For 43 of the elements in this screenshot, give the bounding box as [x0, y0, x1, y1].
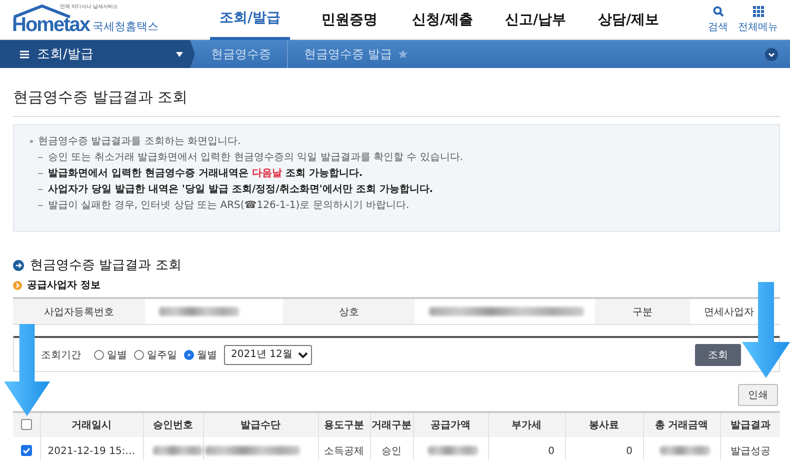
period-label: 조회기간 [41, 348, 81, 362]
notice-text: 승인 또는 취소거래 발급화면에서 입력한 현금영수증의 익일 발급결과를 확인할 수 있습니다. [48, 152, 463, 163]
page-title: 현금영수증 발급결과 조회 [13, 68, 780, 117]
column-header: 발급수단 [203, 412, 318, 437]
menu-button[interactable]: 전체메뉴 [738, 6, 778, 34]
section-title: 현금영수증 발급결과 조회 [30, 257, 182, 274]
column-header: 부가세 [488, 412, 565, 437]
search-button[interactable]: 조회 [695, 344, 741, 366]
column-header: 발급결과 [720, 412, 780, 437]
column-header: 총 거래금액 [643, 412, 720, 437]
table-cell: 0 [488, 437, 565, 460]
nav-tab[interactable]: 상담/제보 [582, 0, 675, 40]
notice-text: 발급이 실패한 경우, 인터넷 상담 또는 ARS(☎126-1-1)로 문의하시기 바랍니다. [48, 200, 410, 211]
logo[interactable]: Hometax [12, 12, 90, 36]
field-label: 사업자등록번호 [13, 299, 145, 324]
period-radio[interactable]: 일별 [94, 348, 127, 362]
table-cell: 0 [565, 437, 643, 460]
subsection-title: 공급사업자 정보 [27, 279, 100, 292]
logo-tagline: 국세청홈택스 [92, 18, 158, 34]
field-value: 면세사업자 [704, 306, 754, 318]
period-radio[interactable]: 월별 [184, 348, 217, 362]
nav-tab[interactable]: 신청/제출 [396, 0, 489, 40]
table-cell: 2021-12-19 15:… [40, 437, 143, 460]
column-header: 거래일시 [40, 412, 143, 437]
month-select[interactable]: 2021년 12월 [224, 344, 312, 364]
period-radio[interactable]: 일주일 [134, 348, 177, 362]
column-header: 승인번호 [143, 412, 203, 437]
notice-text: 사업자가 당일 발급한 내역은 '당일 발급 조회/정정/취소화면'에서만 조회 가능합니다. [48, 184, 434, 195]
search-button[interactable]: 검색 [708, 6, 728, 34]
column-header: 봉사료 [565, 412, 643, 437]
column-header: 공급가액 [413, 412, 488, 437]
field-label: 상호 [283, 299, 415, 324]
column-header: 거래구분 [370, 412, 413, 437]
notice-text: 현금영수증 발급결과를 조회하는 화면입니다. [38, 136, 241, 147]
table-cell: 발급성공 [720, 437, 780, 460]
print-button[interactable]: 인쇄 [738, 384, 778, 406]
nav-tab[interactable]: 민원증명 [303, 0, 396, 40]
field-label: 구분 [595, 299, 690, 324]
notice-text: 발급화면에서 입력한 현금영수증 거래내역은 다음날 조회 가능합니다. [48, 168, 363, 179]
column-header: 용도구분 [318, 412, 370, 437]
nav-tab[interactable]: 신고/납부 [489, 0, 582, 40]
table-cell: 소득공제 [318, 437, 370, 460]
table-cell: 승인 [370, 437, 413, 460]
